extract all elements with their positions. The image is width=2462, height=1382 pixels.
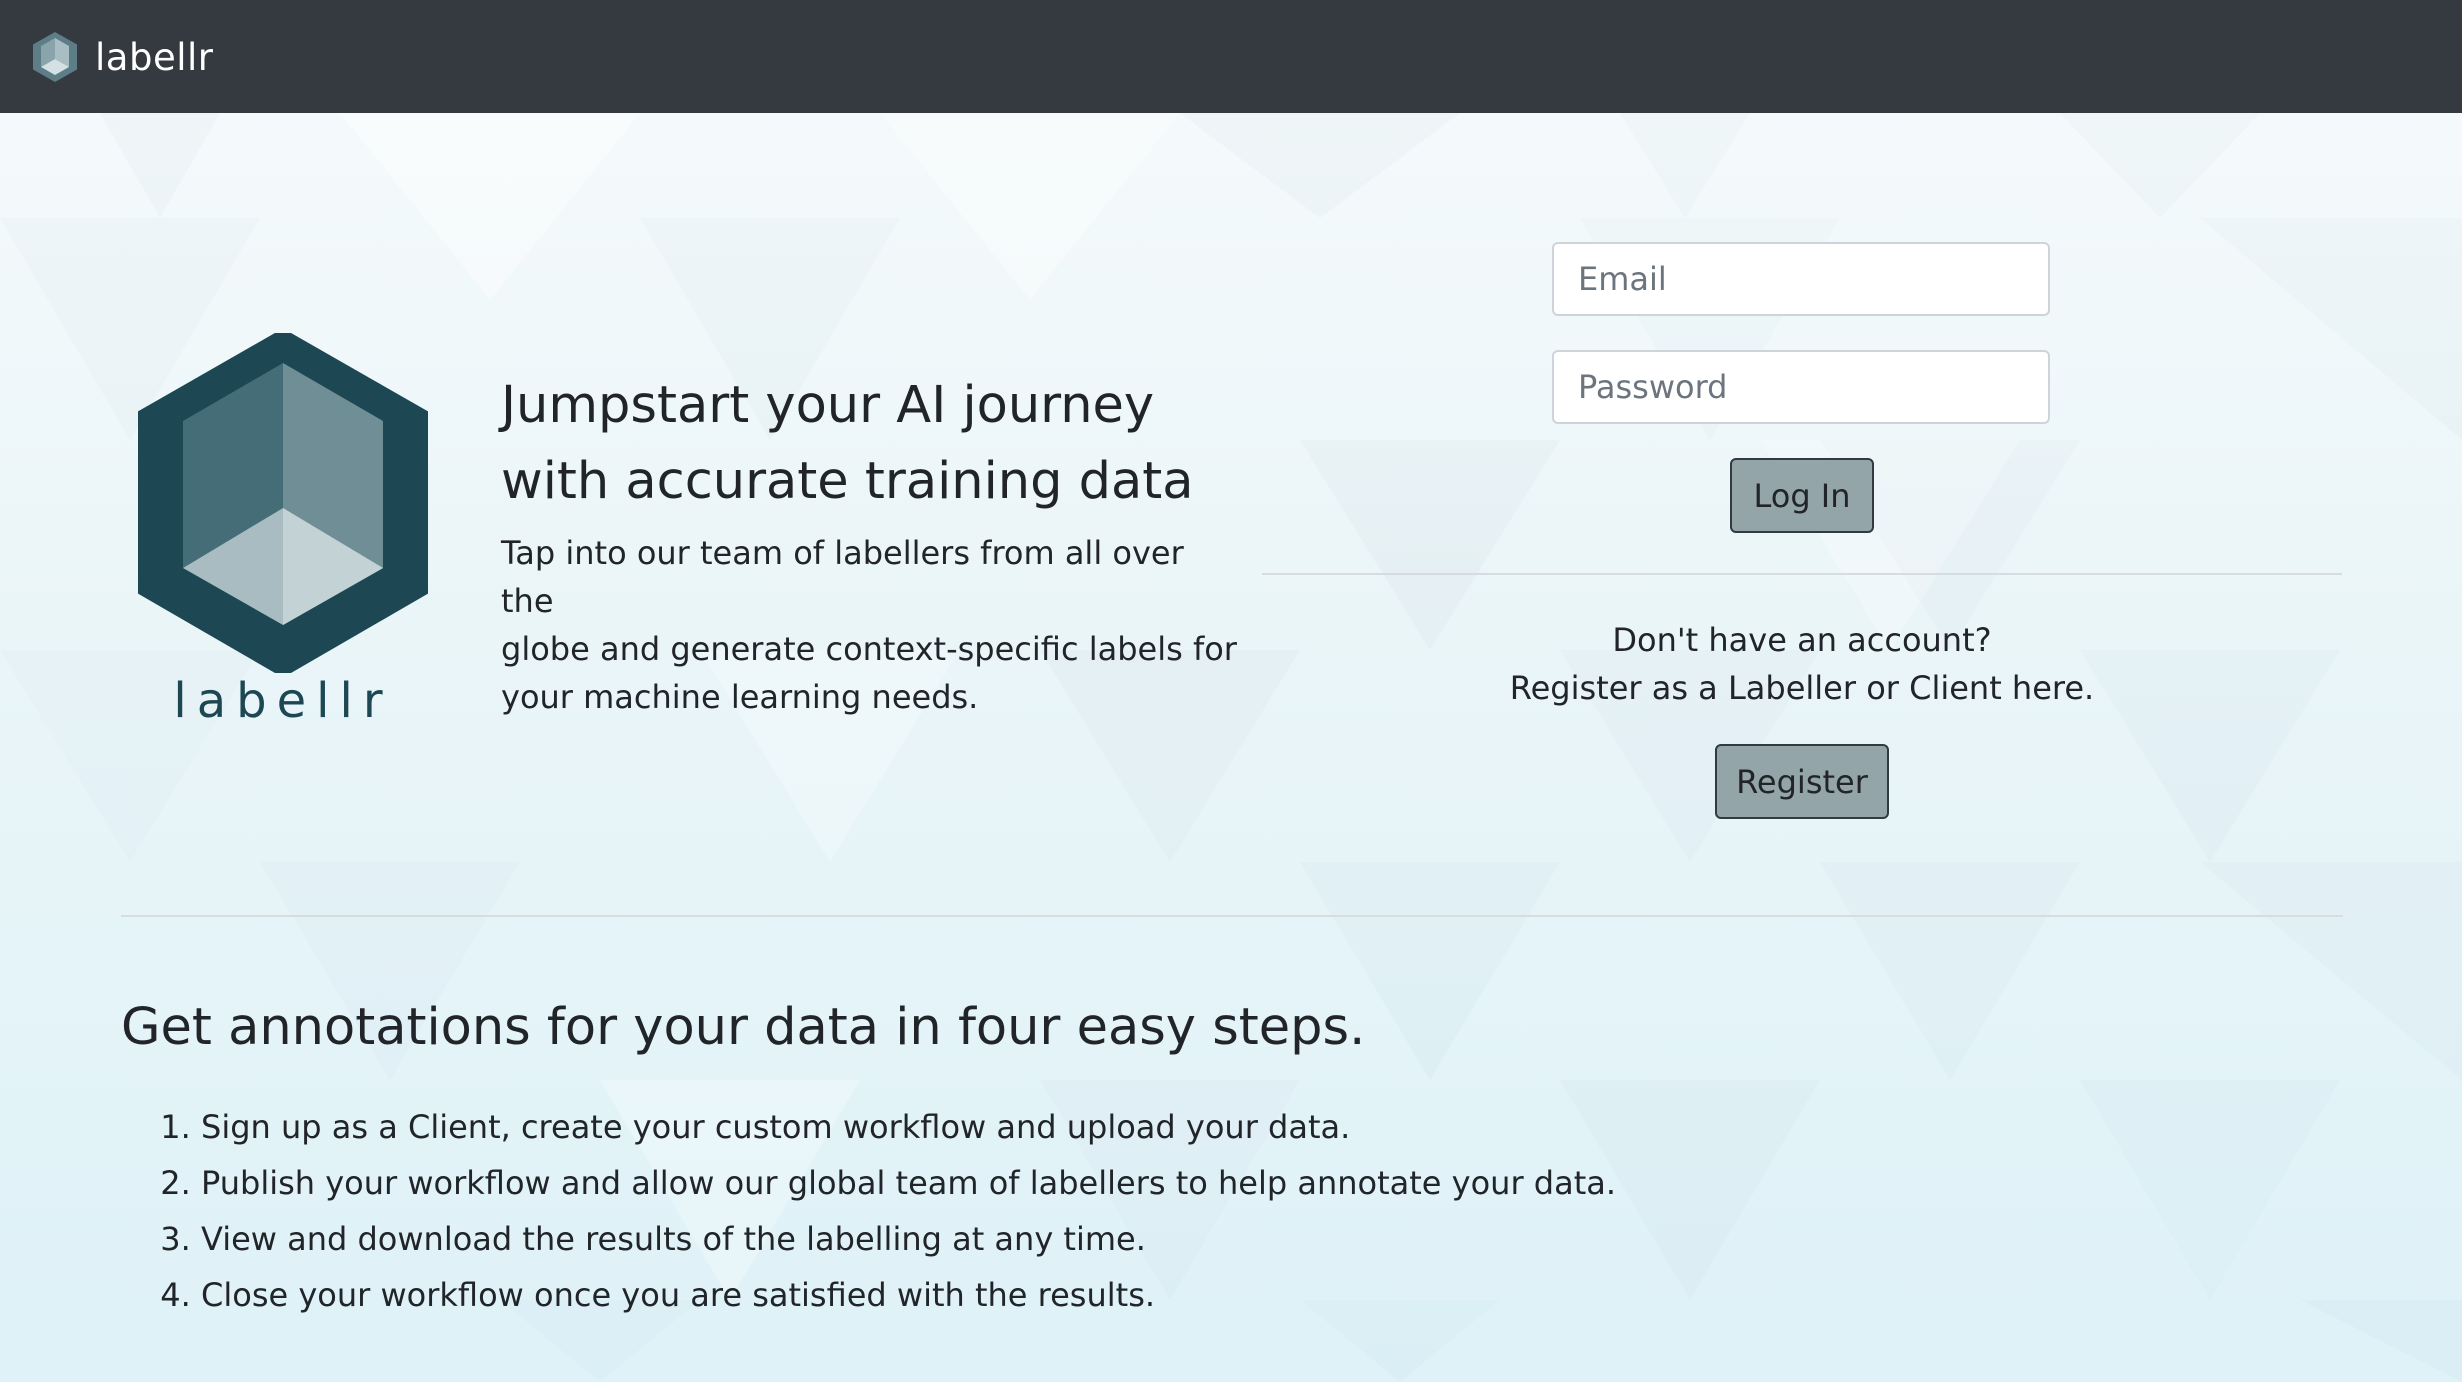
password-input[interactable] <box>1552 350 2050 424</box>
navbar-brand-text: labellr <box>95 35 214 79</box>
register-prompt-line2: Register as a Labeller or Client here. <box>1509 669 2095 707</box>
hero-desc-line1: Tap into our team of labellers from all … <box>501 534 1184 620</box>
labellr-cube-icon <box>33 32 77 82</box>
main-content: labellr Jumpstart your AI journey with ac… <box>0 113 2462 1382</box>
step-item: Publish your workflow and allow our glob… <box>201 1155 2201 1211</box>
step-item: View and download the results of the lab… <box>201 1211 2201 1267</box>
login-button[interactable]: Log In <box>1730 458 1874 533</box>
hero-heading-line1: Jumpstart your AI journey <box>501 376 1155 435</box>
register-prompt: Don't have an account? Register as a Labe… <box>1262 616 2342 712</box>
hero-heading: Jumpstart your AI journey with accurate t… <box>501 368 1261 520</box>
step-item: Close your workflow once you are satisfi… <box>201 1267 2201 1323</box>
steps-list: Sign up as a Client, create your custom … <box>121 1099 2201 1323</box>
hero-description: Tap into our team of labellers from all … <box>501 529 1241 721</box>
labellr-hexagon-logo <box>138 333 428 673</box>
top-navbar: labellr <box>0 0 2462 113</box>
login-divider <box>1262 573 2342 575</box>
steps-heading: Get annotations for your data in four ea… <box>121 998 1366 1057</box>
navbar-brand-link[interactable]: labellr <box>33 31 213 83</box>
login-form: Log In Don't have an account? Register as… <box>1262 113 2342 833</box>
hero-desc-line2: globe and generate context-specific labe… <box>501 630 1237 668</box>
section-divider <box>121 915 2343 917</box>
hero-heading-line2: with accurate training data <box>501 452 1194 511</box>
email-input[interactable] <box>1552 242 2050 316</box>
hero-desc-line3: your machine learning needs. <box>501 678 979 716</box>
register-prompt-line1: Don't have an account? <box>1612 621 1992 659</box>
step-item: Sign up as a Client, create your custom … <box>201 1099 2201 1155</box>
register-button[interactable]: Register <box>1715 744 1889 819</box>
hero-logo-wordmark: labellr <box>173 673 393 729</box>
